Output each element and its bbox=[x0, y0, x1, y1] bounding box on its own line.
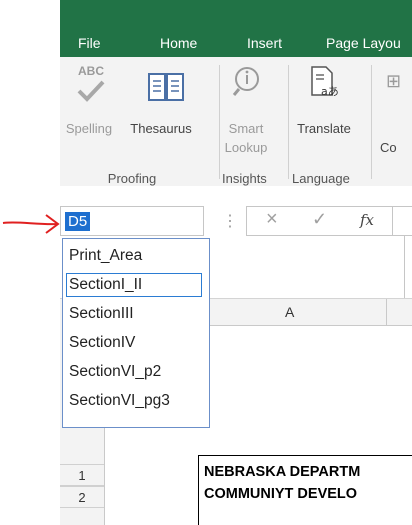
cell-a2[interactable]: COMMUNIYT DEVELO bbox=[204, 486, 357, 502]
header-divider bbox=[386, 299, 387, 325]
spelling-label: Spelling bbox=[65, 121, 113, 136]
column-header-a[interactable]: A bbox=[285, 304, 294, 320]
named-range-dropdown[interactable]: Print_Area SectionI_II SectionIII Sectio… bbox=[62, 238, 210, 428]
translate-button[interactable]: aあ Translate bbox=[289, 57, 359, 152]
tab-home[interactable]: Home bbox=[160, 35, 197, 51]
partial-button-icon: ⊞ bbox=[386, 71, 402, 91]
group-insights: Insights bbox=[222, 171, 267, 186]
tab-file[interactable]: File bbox=[78, 35, 101, 51]
row-header-2[interactable]: 2 bbox=[60, 486, 104, 508]
cell-border-left bbox=[198, 455, 199, 525]
enter-icon[interactable]: ✓ bbox=[312, 209, 327, 230]
checkmark-icon bbox=[77, 80, 105, 102]
row-header-1[interactable]: 1 bbox=[60, 464, 104, 486]
group-proofing: Proofing bbox=[107, 171, 157, 186]
group-language: Language bbox=[292, 171, 350, 186]
svg-text:aあ: aあ bbox=[321, 85, 339, 98]
cell-a1[interactable]: NEBRASKA DEPARTM bbox=[204, 464, 360, 480]
ribbon-panel: ABC Spelling Thesaurus Proofing Smart Lo… bbox=[60, 57, 412, 187]
name-box[interactable]: D5 bbox=[60, 206, 204, 236]
tab-page-layout[interactable]: Page Layou bbox=[326, 35, 401, 51]
dropdown-item-section-vi-pg3[interactable]: SectionVI_pg3 bbox=[69, 392, 170, 410]
group-divider bbox=[371, 65, 372, 179]
book-icon bbox=[148, 73, 184, 101]
formula-input-expand bbox=[404, 236, 412, 298]
translate-label: Translate bbox=[297, 121, 351, 136]
tab-insert[interactable]: Insert bbox=[247, 35, 282, 51]
translate-icon: aあ bbox=[311, 66, 339, 98]
thesaurus-button[interactable]: Thesaurus bbox=[118, 57, 204, 152]
dropdown-item-section-iii[interactable]: SectionIII bbox=[69, 305, 134, 323]
cancel-icon[interactable]: × bbox=[266, 208, 278, 231]
smart-lookup-label-line1: Smart bbox=[228, 121, 264, 136]
abc-icon: ABC bbox=[78, 64, 104, 78]
name-box-value[interactable]: D5 bbox=[65, 212, 91, 231]
name-box-grip[interactable]: ⋮ bbox=[222, 211, 238, 231]
dropdown-item-print-area[interactable]: Print_Area bbox=[69, 247, 142, 265]
smart-lookup-button[interactable]: Smart Lookup bbox=[220, 57, 272, 162]
thesaurus-label: Thesaurus bbox=[130, 121, 192, 136]
spelling-button[interactable]: ABC Spelling bbox=[60, 57, 118, 152]
fx-icon[interactable]: fx bbox=[360, 211, 374, 229]
lightbulb-info-icon bbox=[232, 67, 259, 96]
partial-button-label: Co bbox=[380, 140, 397, 155]
formula-divider bbox=[392, 206, 393, 236]
cell-border-top bbox=[198, 455, 412, 456]
dropdown-item-section-iv[interactable]: SectionIV bbox=[69, 334, 135, 352]
annotation-arrow bbox=[2, 214, 60, 234]
dropdown-item-section-i-ii[interactable]: SectionI_II bbox=[69, 276, 142, 294]
ribbon-tab-bar: File Home Insert Page Layou bbox=[60, 0, 412, 57]
dropdown-item-section-vi-p2[interactable]: SectionVI_p2 bbox=[69, 363, 161, 381]
smart-lookup-label-line2: Lookup bbox=[224, 140, 268, 155]
